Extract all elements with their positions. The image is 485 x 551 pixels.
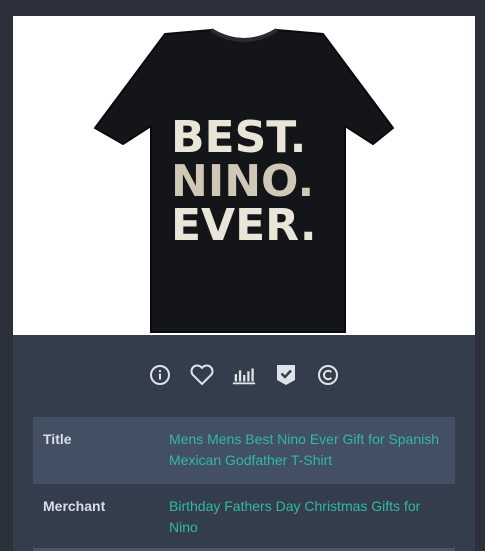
merchant-link[interactable]: Birthday Fathers Day Christmas Gifts for… — [169, 498, 420, 535]
title-value: Mens Mens Best Nino Ever Gift for Spanis… — [169, 417, 455, 484]
copyright-icon[interactable] — [315, 362, 341, 388]
product-details-table: Title Mens Mens Best Nino Ever Gift for … — [33, 417, 455, 551]
info-icon[interactable] — [147, 362, 173, 388]
badge-check-icon[interactable] — [273, 362, 299, 388]
tshirt-image: BEST. NINO. EVER. — [93, 28, 395, 333]
merchant-value: Birthday Fathers Day Christmas Gifts for… — [169, 484, 455, 551]
details-row-merchant: Merchant Birthday Fathers Day Christmas … — [33, 484, 455, 551]
product-card: BEST. NINO. EVER. Title Mens Mens Best N… — [13, 16, 475, 551]
title-label: Title — [43, 431, 72, 447]
bar-chart-icon[interactable] — [231, 362, 257, 388]
title-link[interactable]: Mens Mens Best Nino Ever Gift for Spanis… — [169, 431, 439, 468]
merchant-label: Merchant — [43, 498, 106, 514]
action-icon-bar — [13, 360, 475, 390]
shirt-text-line-3: EVER. — [171, 200, 317, 251]
details-row-title: Title Mens Mens Best Nino Ever Gift for … — [33, 417, 455, 484]
heart-icon[interactable] — [189, 362, 215, 388]
product-image[interactable]: BEST. NINO. EVER. — [13, 16, 475, 335]
